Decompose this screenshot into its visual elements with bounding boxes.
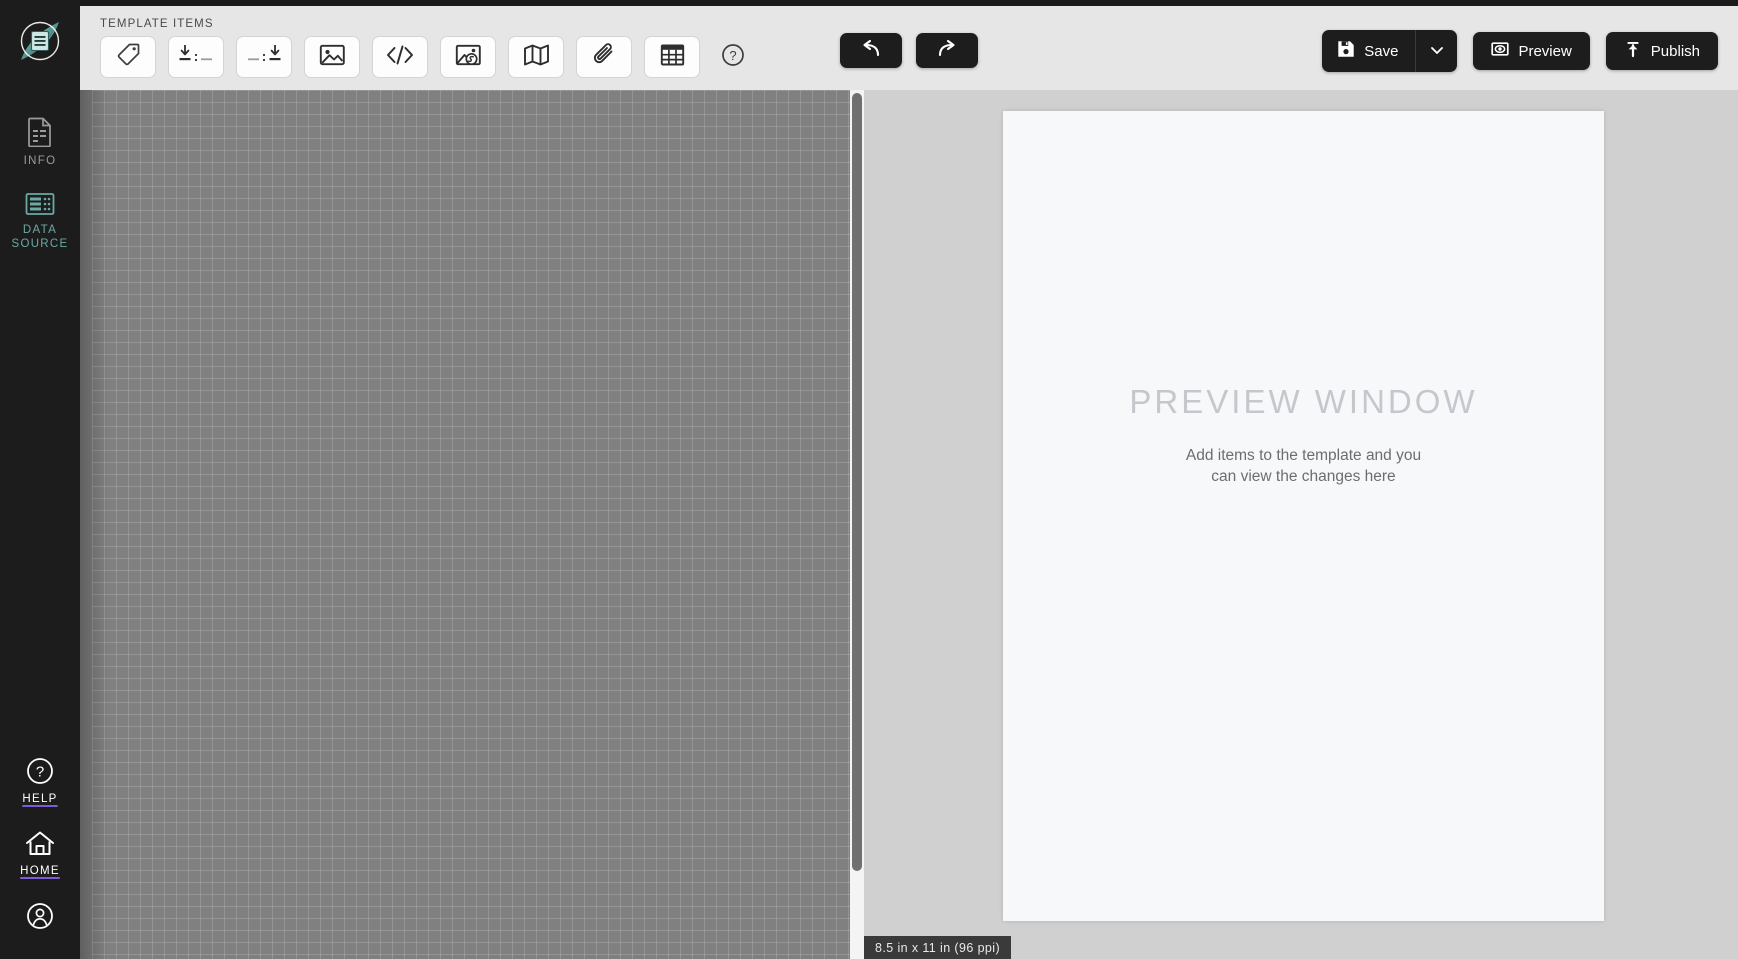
label-left-item-button[interactable] bbox=[168, 36, 224, 78]
template-design-canvas[interactable] bbox=[80, 90, 850, 959]
svg-text:?: ? bbox=[36, 764, 44, 781]
user-account-icon bbox=[26, 902, 54, 930]
toolbar-help-button[interactable]: ? bbox=[716, 36, 750, 78]
preview-button[interactable]: Preview bbox=[1473, 32, 1590, 70]
left-sidebar: INFO DATA SOURCE ? HELP HOME bbox=[0, 0, 80, 959]
template-items-label: TEMPLATE ITEMS bbox=[100, 18, 214, 30]
image-item-button[interactable] bbox=[304, 36, 360, 78]
document-actions: Save Preview Publish bbox=[1322, 30, 1718, 72]
value-above-label-icon bbox=[245, 42, 283, 72]
canvas-scrollbar-thumb[interactable] bbox=[852, 93, 862, 871]
database-icon bbox=[25, 192, 55, 216]
label-above-value-icon bbox=[177, 42, 215, 72]
sidebar-item-account[interactable] bbox=[0, 889, 80, 941]
app-root: INFO DATA SOURCE ? HELP HOME TEMPLATE IT… bbox=[0, 0, 1738, 959]
table-grid-icon bbox=[660, 43, 685, 72]
label-right-item-button[interactable] bbox=[236, 36, 292, 78]
publish-button[interactable]: Publish bbox=[1605, 32, 1718, 70]
top-toolbar: TEMPLATE ITEMS ? Save Preview Publish bbox=[80, 6, 1738, 90]
attachment-item-button[interactable] bbox=[576, 36, 632, 78]
sidebar-item-info[interactable]: INFO bbox=[0, 104, 80, 179]
code-icon bbox=[385, 43, 415, 72]
save-options-dropdown[interactable] bbox=[1415, 30, 1458, 72]
preview-window-subtitle: Add items to the template and you can vi… bbox=[1186, 445, 1421, 487]
preview-panel: PREVIEW WINDOW Add items to the template… bbox=[864, 90, 1738, 959]
chevron-down-icon bbox=[1429, 42, 1445, 61]
save-split-button: Save bbox=[1322, 30, 1458, 72]
question-circle-icon: ? bbox=[26, 757, 54, 785]
page-size-status: 8.5 in x 11 in (96 ppi) bbox=[875, 940, 1001, 955]
upload-icon bbox=[1624, 40, 1642, 62]
table-item-button[interactable] bbox=[644, 36, 700, 78]
map-icon bbox=[523, 43, 550, 72]
image-icon bbox=[319, 43, 346, 72]
document-info-icon bbox=[27, 117, 53, 148]
publish-button-label: Publish bbox=[1650, 42, 1700, 60]
app-logo[interactable] bbox=[13, 14, 67, 68]
svg-text:?: ? bbox=[729, 48, 736, 63]
paperclip-icon bbox=[592, 42, 617, 73]
history-controls bbox=[840, 33, 978, 68]
eye-icon bbox=[1491, 40, 1510, 62]
preview-button-label: Preview bbox=[1518, 42, 1572, 60]
code-item-button[interactable] bbox=[372, 36, 428, 78]
signature-item-button[interactable] bbox=[440, 36, 496, 78]
sidebar-item-help[interactable]: ? HELP bbox=[0, 744, 80, 817]
sidebar-item-data-source-label: DATA SOURCE bbox=[11, 224, 69, 250]
document-leaf-logo-icon bbox=[20, 21, 60, 61]
save-button-label: Save bbox=[1364, 42, 1399, 60]
question-circle-icon: ? bbox=[721, 43, 745, 72]
canvas-vertical-scrollbar[interactable] bbox=[850, 90, 864, 959]
floppy-disk-icon bbox=[1337, 40, 1355, 62]
sidebar-item-data-source[interactable]: DATA SOURCE bbox=[0, 179, 80, 262]
canvas-grid-surface[interactable] bbox=[92, 90, 850, 959]
signature-image-icon bbox=[455, 43, 482, 72]
save-button[interactable]: Save bbox=[1322, 30, 1416, 72]
sidebar-primary-nav: INFO DATA SOURCE bbox=[0, 104, 80, 262]
undo-arrow-icon bbox=[858, 39, 884, 62]
status-bar: 8.5 in x 11 in (96 ppi) bbox=[864, 936, 1012, 959]
preview-subtitle-line2: can view the changes here bbox=[1211, 468, 1396, 485]
sidebar-item-home-label: HOME bbox=[20, 865, 60, 877]
tag-icon bbox=[116, 42, 141, 72]
home-icon bbox=[25, 830, 55, 857]
template-items-toolbar: ? bbox=[100, 36, 750, 78]
sidebar-secondary-nav: ? HELP HOME bbox=[0, 744, 80, 959]
tag-item-button[interactable] bbox=[100, 36, 156, 78]
redo-button[interactable] bbox=[916, 33, 978, 68]
preview-subtitle-line1: Add items to the template and you bbox=[1185, 447, 1422, 464]
preview-page: PREVIEW WINDOW Add items to the template… bbox=[1003, 111, 1604, 921]
map-item-button[interactable] bbox=[508, 36, 564, 78]
undo-button[interactable] bbox=[840, 33, 902, 68]
preview-window-title: PREVIEW WINDOW bbox=[1129, 383, 1478, 420]
sidebar-item-home[interactable]: HOME bbox=[0, 817, 80, 889]
redo-arrow-icon bbox=[934, 39, 960, 62]
sidebar-item-help-label: HELP bbox=[22, 793, 58, 805]
sidebar-item-info-label: INFO bbox=[23, 155, 57, 167]
